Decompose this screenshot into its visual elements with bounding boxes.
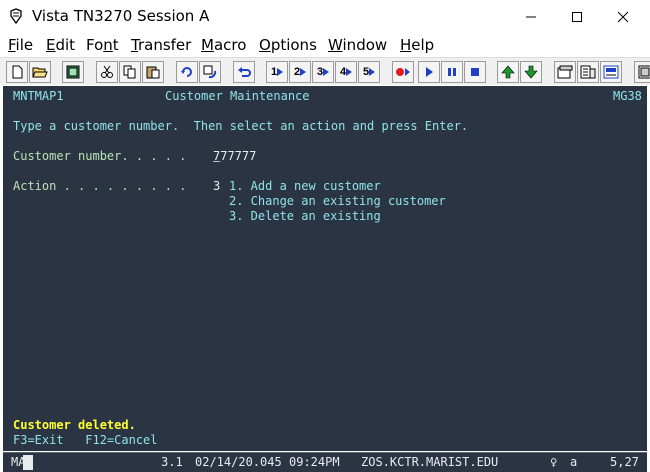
display-icon xyxy=(66,65,80,79)
input-mode: a xyxy=(570,455,578,469)
clipboard-icon xyxy=(580,65,596,79)
play-macro-icon xyxy=(300,68,307,76)
clipboard-button[interactable] xyxy=(577,61,599,83)
keyboard-map-button[interactable] xyxy=(600,61,622,83)
keyboard-lock-icon: ♀ xyxy=(550,455,558,469)
paste-icon xyxy=(146,66,160,79)
play-macro-icon xyxy=(369,68,376,76)
paste-button[interactable] xyxy=(142,61,164,83)
action-option-1: 1. Add a new customer xyxy=(229,179,381,193)
copy-icon xyxy=(123,65,136,79)
download-button[interactable] xyxy=(520,61,542,83)
customer-number-field[interactable]: 777777 xyxy=(213,149,256,164)
action-field[interactable]: 3 xyxy=(213,179,220,194)
map-id: MG38 xyxy=(613,89,642,103)
title-bar: Vista TN3270 Session A xyxy=(0,0,650,33)
new-session-button[interactable] xyxy=(6,61,28,83)
host-text: ZOS.KCTR.MARIST.EDU xyxy=(361,455,499,469)
properties-icon xyxy=(557,65,573,79)
pf-key-legend: F3=Exit F12=Cancel xyxy=(13,433,158,447)
step-button[interactable] xyxy=(441,61,463,83)
new-session-icon xyxy=(12,65,23,79)
settings-icon xyxy=(638,65,650,79)
action-label: Action . . . . . . . . . xyxy=(13,179,187,193)
reconnect-icon xyxy=(181,67,192,77)
status-message: Customer deleted. xyxy=(13,418,136,432)
menu-bar: File Edit Font Transfer Macro Options Wi… xyxy=(0,33,650,57)
time-text: 09:24PM xyxy=(289,455,340,469)
reconnect-button[interactable] xyxy=(176,61,198,83)
terminal-screen[interactable]: MNTMAP1 Customer Maintenance MG38 Type a… xyxy=(3,86,647,451)
play-macro-icon xyxy=(277,68,284,76)
properties-button[interactable] xyxy=(554,61,576,83)
macro-3-button[interactable]: 3 xyxy=(312,61,334,83)
open-button[interactable] xyxy=(29,61,51,83)
menu-font[interactable]: Font xyxy=(86,36,119,54)
download-icon xyxy=(524,65,538,79)
record-icon xyxy=(396,68,410,76)
toolbar: 1 2 3 4 5 xyxy=(0,57,650,85)
switch-session-button[interactable] xyxy=(199,61,221,83)
minimize-icon xyxy=(526,16,536,17)
customer-number-label: Customer number. . . . . xyxy=(13,149,187,163)
cursor-position: 5,27 xyxy=(610,455,639,469)
action-option-3: 3. Delete an existing xyxy=(229,209,381,223)
close-button[interactable] xyxy=(600,0,646,33)
play-macro-icon xyxy=(323,68,330,76)
map-name: MNTMAP1 xyxy=(13,89,64,103)
switch-session-icon xyxy=(203,65,217,79)
instruction-text: Type a customer number. Then select an a… xyxy=(13,119,469,133)
open-folder-icon xyxy=(32,67,48,78)
play-button[interactable] xyxy=(418,61,440,83)
action-option-2: 2. Change an existing customer xyxy=(229,194,446,208)
menu-edit[interactable]: Edit xyxy=(46,36,75,54)
minimize-button[interactable] xyxy=(508,0,554,33)
menu-file[interactable]: File xyxy=(8,36,33,54)
play-icon xyxy=(426,67,433,77)
macro-5-button[interactable]: 5 xyxy=(358,61,380,83)
stop-icon xyxy=(471,68,479,76)
status-bar: MA 3.1 02/14/20.045 09:24PM ZOS.KCTR.MAR… xyxy=(3,452,647,472)
menu-options[interactable]: Options xyxy=(259,36,317,54)
macro-2-button[interactable]: 2 xyxy=(289,61,311,83)
display-button[interactable] xyxy=(62,61,84,83)
undo-icon xyxy=(238,67,251,77)
copy-button[interactable] xyxy=(119,61,141,83)
menu-window[interactable]: Window xyxy=(328,36,387,54)
stop-button[interactable] xyxy=(464,61,486,83)
step-icon xyxy=(448,68,456,76)
date-text: 02/14/20.045 xyxy=(195,455,282,469)
macro-1-button[interactable]: 1 xyxy=(266,61,288,83)
menu-transfer[interactable]: Transfer xyxy=(131,36,191,54)
settings-button[interactable] xyxy=(634,61,650,83)
menu-help[interactable]: Help xyxy=(400,36,434,54)
menu-macro[interactable]: Macro xyxy=(201,36,246,54)
play-macro-icon xyxy=(346,68,353,76)
undo-button[interactable] xyxy=(233,61,255,83)
app-icon xyxy=(10,8,22,24)
record-button[interactable] xyxy=(392,61,414,83)
cut-icon xyxy=(101,65,113,78)
upload-button[interactable] xyxy=(497,61,519,83)
version-text: 3.1 xyxy=(161,455,183,469)
screen-title: Customer Maintenance xyxy=(165,89,310,103)
upload-icon xyxy=(501,65,515,79)
close-icon xyxy=(617,11,629,22)
maximize-icon xyxy=(572,11,582,22)
cut-button[interactable] xyxy=(96,61,118,83)
macro-4-button[interactable]: 4 xyxy=(335,61,357,83)
window-title: Vista TN3270 Session A xyxy=(32,7,210,25)
keyboard-map-icon xyxy=(603,65,619,79)
keyboard-cursor-block xyxy=(23,455,33,470)
maximize-button[interactable] xyxy=(554,0,600,33)
